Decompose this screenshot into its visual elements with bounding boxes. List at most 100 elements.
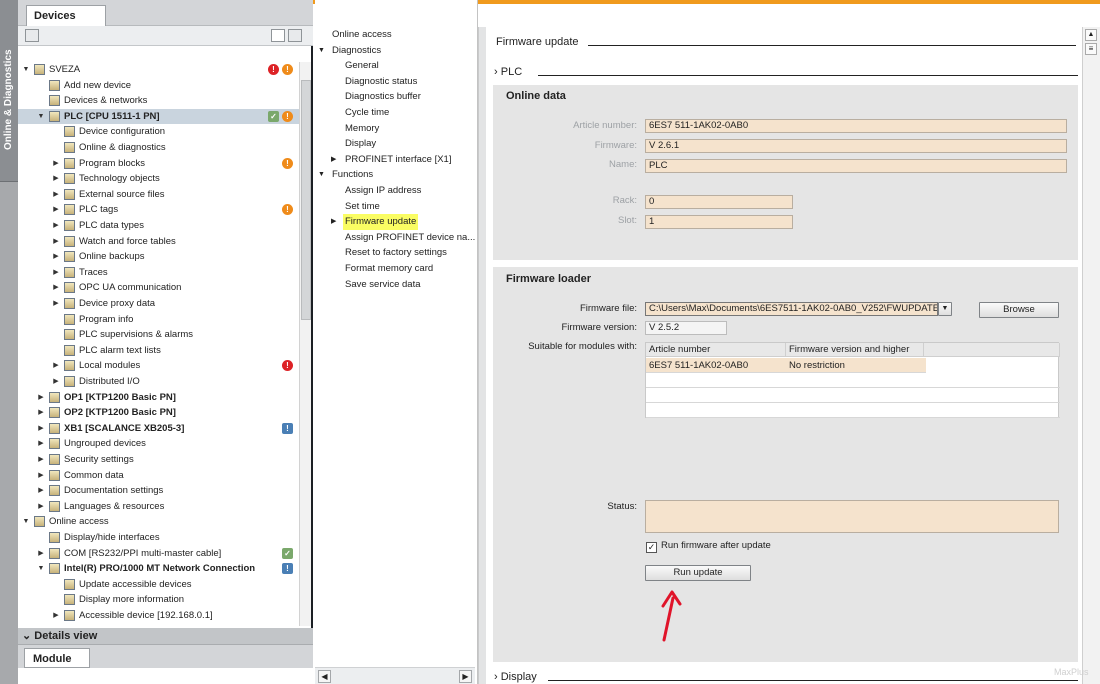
nav-item[interactable]: Assign PROFINET device na... [343,230,477,246]
subsection-display[interactable]: › Display [494,671,537,683]
nav-item[interactable]: Diagnostics [330,43,383,59]
chevron-down-icon[interactable]: ▼ [938,302,952,316]
tree-item[interactable]: ▶ External source files [18,187,299,203]
tree-item[interactable]: PLC alarm text lists [18,343,299,359]
expand-right-icon[interactable]: ▶ [37,421,45,436]
expand-down-icon[interactable]: ▼ [318,43,325,59]
tree-item[interactable]: ▶ PLC tags! [18,202,299,218]
tree-item[interactable]: ▶ Accessible device [192.168.0.1] [18,608,299,624]
nav-horizontal-scrollbar[interactable]: ◀ ▶ [315,667,475,684]
expand-right-icon[interactable]: ▶ [37,499,45,514]
tree-item[interactable]: ▶ Device proxy data [18,296,299,312]
firmware-file-input[interactable]: C:\Users\Max\Documents\6ES7511-1AK02-0AB… [645,302,938,316]
tree-item[interactable]: Update accessible devices [18,577,299,593]
new-item-icon[interactable] [25,29,39,42]
expand-right-icon[interactable]: ▶ [52,374,60,389]
tree-item[interactable]: ▶ Ungrouped devices [18,436,299,452]
tree-item[interactable]: ▶ OPC UA communication [18,280,299,296]
tree-item[interactable]: Device configuration [18,124,299,140]
expand-right-icon[interactable]: ▶ [37,483,45,498]
expand-right-icon[interactable]: ▶ [52,234,60,249]
tree-item[interactable]: Program info [18,312,299,328]
view-list-icon[interactable] [271,29,285,42]
tree-item[interactable]: ▶ Watch and force tables [18,234,299,250]
tree-item[interactable]: PLC supervisions & alarms [18,327,299,343]
tree-item[interactable]: ▶ XB1 [SCALANCE XB205-3]! [18,421,299,437]
nav-item[interactable]: Set time [343,199,382,215]
expand-right-icon[interactable]: ▶ [52,358,60,373]
run-update-button[interactable]: Run update [645,565,751,581]
tree-item[interactable]: Online & diagnostics [18,140,299,156]
side-tab-online-diagnostics[interactable]: Online & Diagnostics [0,0,18,182]
tree-item[interactable]: Devices & networks [18,93,299,109]
expand-down-icon[interactable]: ▼ [22,514,30,529]
expand-right-icon[interactable]: ▶ [331,214,336,230]
nav-item[interactable]: PROFINET interface [X1] [343,152,453,168]
scroll-up-icon[interactable]: ▲ [1085,29,1097,41]
tree-item[interactable]: ▶ OP2 [KTP1200 Basic PN] [18,405,299,421]
expand-right-icon[interactable]: ▶ [37,468,45,483]
tree-item[interactable]: ▶ Program blocks! [18,156,299,172]
subsection-plc[interactable]: › PLC [494,66,522,78]
expand-right-icon[interactable]: ▶ [52,608,60,623]
expand-right-icon[interactable]: ▶ [37,405,45,420]
view-details-icon[interactable] [288,29,302,42]
expand-right-icon[interactable]: ▶ [52,265,60,280]
expand-right-icon[interactable]: ▶ [52,171,60,186]
expand-right-icon[interactable]: ▶ [52,249,60,264]
expand-right-icon[interactable]: ▶ [52,202,60,217]
tree-item[interactable]: ▼ SVEZA!! [18,62,299,78]
project-tree-scrollbar[interactable] [299,62,311,626]
tree-item[interactable]: ▼ Intel(R) PRO/1000 MT Network Connection… [18,561,299,577]
expand-right-icon[interactable]: ▶ [52,218,60,233]
tree-item[interactable]: ▶ Distributed I/O [18,374,299,390]
nav-item[interactable]: Save service data [343,277,423,293]
details-view-header[interactable]: ⌄ Details view [18,628,313,645]
nav-item[interactable]: Firmware update [343,214,419,230]
nav-item[interactable]: Functions [330,167,375,183]
table-row[interactable]: 6ES7 511-1AK02-0AB0 No restriction [646,358,926,373]
nav-item[interactable]: Format memory card [343,261,435,277]
nav-item[interactable]: Memory [343,121,381,137]
expand-right-icon[interactable]: ▶ [37,452,45,467]
tree-item[interactable]: Display/hide interfaces [18,530,299,546]
tree-item[interactable]: ▶ Online backups [18,249,299,265]
expand-right-icon[interactable]: ▶ [37,390,45,405]
module-tab[interactable]: Module [24,648,90,668]
menu-icon[interactable]: ≡ [1085,43,1097,55]
expand-right-icon[interactable]: ▶ [331,152,336,168]
main-scrollbar[interactable]: ▲ ≡ [1082,27,1100,684]
nav-item[interactable]: Reset to factory settings [343,245,449,261]
tree-item[interactable]: ▶ Security settings [18,452,299,468]
tree-item[interactable]: Display more information [18,592,299,608]
tree-item[interactable]: ▶ Documentation settings [18,483,299,499]
scroll-thumb[interactable] [301,80,311,320]
tree-item[interactable]: ▶ OP1 [KTP1200 Basic PN] [18,390,299,406]
run-after-checkbox[interactable]: ✓ [646,542,657,553]
devices-tab[interactable]: Devices [26,5,106,26]
nav-item[interactable]: Diagnostic status [343,74,419,90]
expand-right-icon[interactable]: ▶ [52,296,60,311]
nav-item[interactable]: General [343,58,381,74]
tree-item[interactable]: ▶ Technology objects [18,171,299,187]
nav-item[interactable]: Assign IP address [343,183,423,199]
tree-item[interactable]: ▼ Online access [18,514,299,530]
tree-item[interactable]: ▶ Traces [18,265,299,281]
tree-item[interactable]: ▶ PLC data types [18,218,299,234]
tree-item[interactable]: ▼ PLC [CPU 1511-1 PN] ✓! [18,108,299,125]
scroll-right-icon[interactable]: ▶ [459,670,472,683]
nav-item[interactable]: Online access [330,27,394,43]
tree-item[interactable]: Add new device [18,78,299,94]
expand-right-icon[interactable]: ▶ [52,156,60,171]
expand-right-icon[interactable]: ▶ [37,546,45,561]
scroll-left-icon[interactable]: ◀ [318,670,331,683]
panel-splitter[interactable] [478,27,486,684]
expand-right-icon[interactable]: ▶ [52,187,60,202]
tree-item[interactable]: ▶ Common data [18,468,299,484]
tree-item[interactable]: ▶ COM [RS232/PPI multi-master cable] ✓ [18,546,299,562]
expand-right-icon[interactable]: ▶ [52,280,60,295]
tree-item[interactable]: ▶ Languages & resources [18,499,299,515]
nav-item[interactable]: Diagnostics buffer [343,89,423,105]
browse-button[interactable]: Browse [979,302,1059,318]
expand-down-icon[interactable]: ▼ [37,561,45,576]
